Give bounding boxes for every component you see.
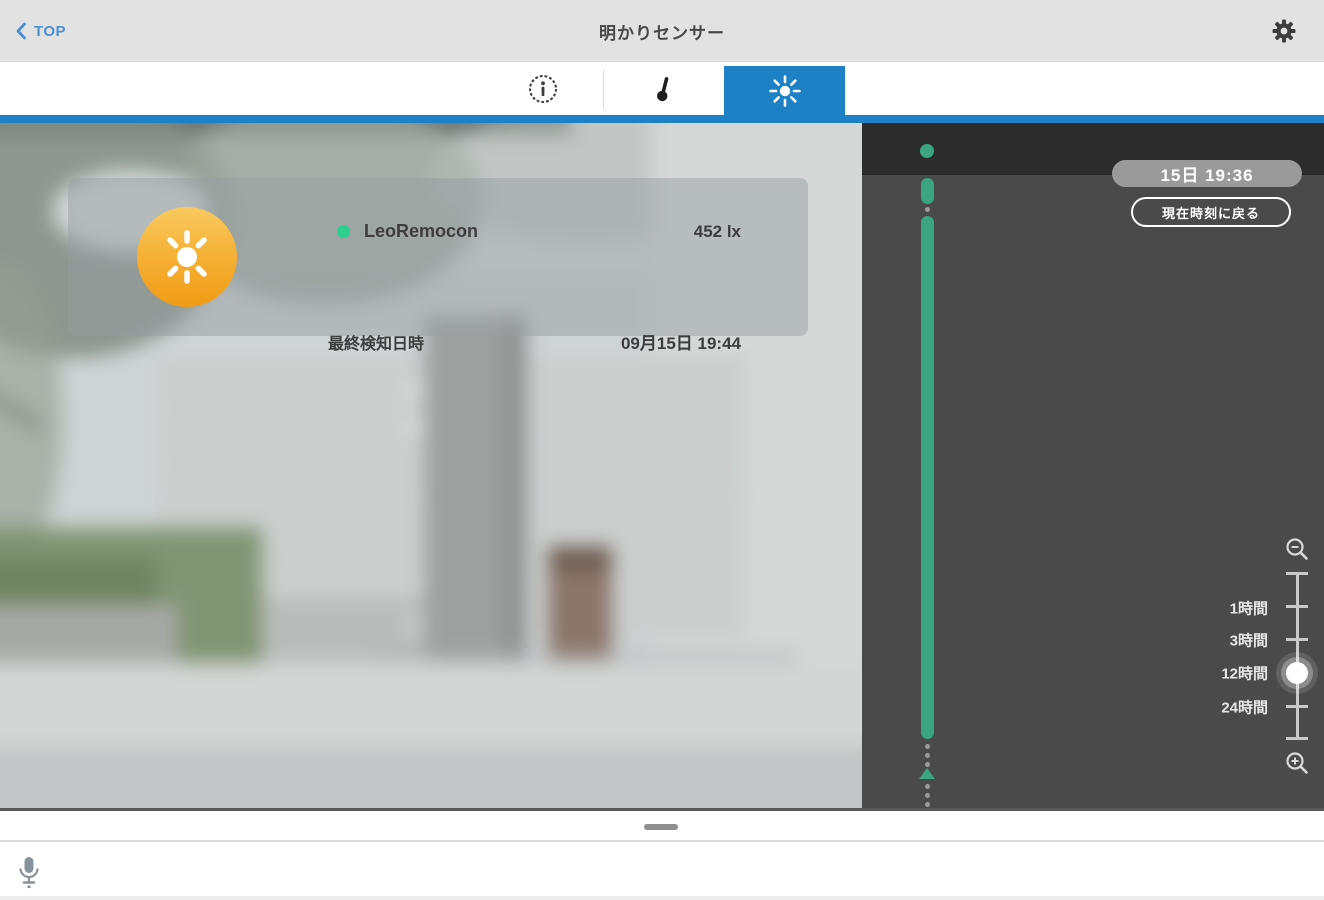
return-to-current-time-button[interactable]: 現在時刻に戻る [1131, 197, 1291, 227]
top-bar: TOP 明かりセンサー [0, 0, 1324, 62]
timestamp-badge: 15日 19:36 [1112, 160, 1302, 187]
device-status-card: LeoRemocon 452 lx 最終検知日時 09月15日 19:44 [68, 178, 808, 353]
active-tab-underline [0, 115, 1324, 123]
tab-bar [0, 62, 1324, 115]
microphone-button[interactable] [16, 855, 42, 891]
timeline-trail-dot [924, 784, 930, 789]
timeline-panel[interactable]: 15日 19:36 現在時刻に戻る 1時間 3時間 12時間 24時間 [862, 123, 1324, 808]
footer-bottom-strip [0, 896, 1324, 900]
page-title: 明かりセンサー [599, 23, 725, 43]
zoom-slider-knob[interactable] [1286, 662, 1308, 684]
tab-separator [603, 70, 604, 110]
footer-divider [0, 840, 1324, 842]
tab-brightness[interactable] [724, 66, 845, 115]
device-online-status-dot [337, 225, 350, 238]
timeline-trail-dot [924, 762, 930, 767]
bottom-bar [0, 808, 1324, 900]
zoom-level-label-3h: 3時間 [1229, 632, 1268, 650]
zoom-level-label-1h: 1時間 [1229, 600, 1268, 618]
illuminance-value: 452 lx [693, 222, 741, 241]
settings-gear-icon[interactable] [1270, 17, 1298, 45]
tab-temperature[interactable] [603, 62, 724, 115]
slider-bottom-cap [1286, 737, 1308, 740]
last-detected-label: 最終検知日時 [328, 336, 425, 353]
zoom-out-button[interactable] [1284, 536, 1310, 562]
light-sensor-screen: TOP 明かりセンサー LeoRemocon 452 lx 最終検知日時 09月… [0, 0, 1324, 900]
slider-tick-1h [1286, 605, 1308, 608]
zoom-level-label-12h: 12時間 [1221, 665, 1268, 683]
slider-tick-24h [1286, 705, 1308, 708]
timeline-activity-bar [920, 216, 934, 739]
device-name: LeoRemocon [364, 221, 479, 241]
blurred-house-photo: LeoRemocon 452 lx 最終検知日時 09月15日 19:44 [0, 123, 862, 808]
timeline-trail-dot [924, 802, 930, 807]
thermometer-icon [656, 76, 668, 101]
drag-handle[interactable] [644, 824, 678, 830]
timeline-current-marker-dot [920, 144, 934, 158]
timeline-gap-dot [924, 207, 930, 212]
timeline-activity-segment [920, 178, 934, 204]
microphone-icon [19, 857, 39, 889]
slider-tick-3h [1286, 638, 1308, 641]
zoom-in-button[interactable] [1284, 750, 1310, 776]
tab-info[interactable] [482, 62, 603, 115]
timeline-trail-dot [924, 753, 930, 758]
info-circle-icon [528, 74, 557, 103]
last-detected-value: 09月15日 19:44 [620, 334, 741, 353]
timeline-trail-dot [924, 744, 930, 749]
timeline-trail-dot [924, 793, 930, 798]
timeline-up-arrow [919, 768, 935, 779]
zoom-level-label-24h: 24時間 [1221, 699, 1268, 717]
content-area: LeoRemocon 452 lx 最終検知日時 09月15日 19:44 15… [0, 123, 1324, 808]
sun-icon [768, 74, 801, 107]
zoom-scale-slider[interactable] [1295, 574, 1299, 738]
light-sensor-sun-icon [137, 207, 237, 307]
